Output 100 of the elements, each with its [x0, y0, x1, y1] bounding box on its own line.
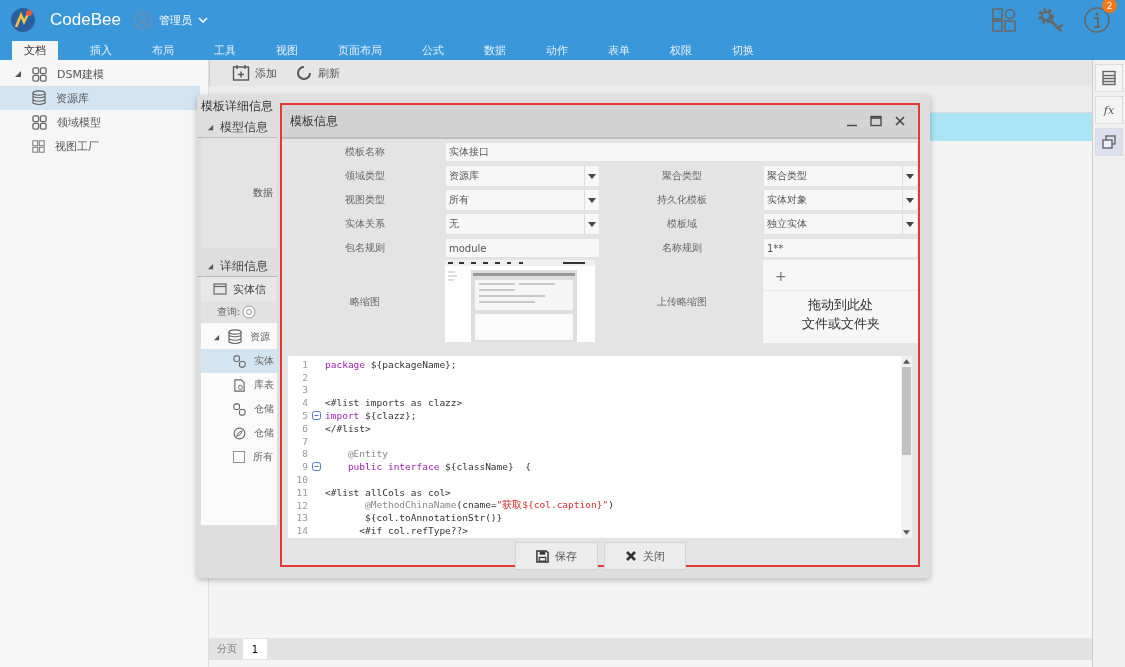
refresh-icon	[295, 64, 313, 82]
tree-item[interactable]: DSM建模	[0, 62, 200, 86]
field-label: 模板域	[665, 217, 698, 231]
caret-down-icon	[588, 173, 596, 179]
app-logo-icon	[10, 7, 36, 33]
line-number: 12	[295, 499, 308, 511]
windows-button[interactable]	[1095, 128, 1123, 156]
dropdown-field[interactable]: 资源库	[445, 165, 600, 187]
grid-icon	[32, 114, 47, 130]
field-label: 聚合类型	[660, 169, 703, 183]
formula-button[interactable]: fx	[1095, 96, 1123, 124]
line-number: 9	[301, 461, 308, 473]
upload-hint: 拖动到此处	[808, 296, 873, 314]
field-label: 视图类型	[343, 193, 386, 207]
ribbon-tab[interactable]: 文档	[12, 41, 58, 60]
dialog-title: 模板详细信息	[200, 98, 274, 115]
dropdown-field[interactable]: 独立实体	[763, 213, 918, 235]
maximize-icon[interactable]	[870, 115, 882, 127]
scroll-down-icon[interactable]	[903, 530, 910, 535]
dropdown-field[interactable]: 所有	[445, 189, 600, 211]
app-name: CodeBee	[50, 10, 121, 30]
field-label: 实体关系	[343, 217, 386, 231]
document-icon	[233, 378, 246, 392]
tree-item[interactable]: 视图工厂	[0, 134, 200, 158]
tree-item[interactable]: 领域模型	[0, 110, 200, 134]
expanded-triangle-icon[interactable]	[213, 333, 220, 341]
scroll-up-icon[interactable]	[903, 359, 910, 364]
expanded-triangle-icon	[207, 262, 214, 270]
tree-item[interactable]: 仓储	[201, 421, 277, 445]
entity-tab[interactable]: 实体信	[201, 277, 277, 301]
calendar-plus-icon	[232, 64, 250, 82]
line-number: 5	[301, 410, 308, 422]
fold-toggle-icon[interactable]	[312, 411, 321, 421]
search-icon[interactable]	[242, 305, 257, 319]
page-number[interactable]: 1	[243, 639, 267, 659]
line-number: 6	[301, 422, 308, 434]
code-line: </#list>	[325, 422, 371, 434]
pager-label: 分页	[217, 642, 237, 656]
window-icon	[213, 283, 227, 295]
input-field[interactable]: 实体接口	[445, 142, 918, 162]
expanded-triangle-icon[interactable]	[14, 70, 22, 78]
code-line: @MethodChinaName(cname="获取${col.caption}")	[364, 498, 614, 512]
caret-down-icon	[906, 173, 914, 179]
line-number: 4	[301, 397, 308, 409]
close-button[interactable]: 关闭	[603, 542, 686, 570]
notification-badge: 2	[1102, 0, 1117, 13]
tree-item[interactable]: 仓储	[201, 397, 277, 421]
scrollbar[interactable]	[901, 356, 912, 538]
save-button[interactable]: 保存	[514, 542, 598, 570]
add-button[interactable]: 添加	[232, 64, 277, 82]
code-line: package ${packageName};	[325, 358, 457, 370]
dropdown-field[interactable]: 聚合类型	[763, 165, 918, 187]
tree-item[interactable]: 库表	[201, 373, 277, 397]
line-number: 13	[295, 512, 308, 524]
checkbox-icon[interactable]	[233, 451, 245, 463]
line-number: 8	[301, 448, 308, 460]
dialog-title: 模板信息	[290, 112, 338, 130]
line-number: 3	[301, 384, 308, 396]
add-file-button[interactable]: +	[763, 260, 787, 290]
refresh-button[interactable]: 刷新	[295, 64, 340, 82]
close-icon	[624, 550, 637, 562]
upload-drop-zone[interactable]: + 拖动到此处 文件或文件夹	[763, 260, 918, 343]
field-label: 包名规则	[343, 241, 386, 255]
table-view-button[interactable]	[1095, 64, 1123, 92]
user-avatar-icon	[132, 10, 153, 30]
code-line: public interface ${className} {	[346, 461, 531, 473]
compass-icon	[233, 426, 246, 440]
field-label: 上传略缩图	[655, 294, 708, 309]
query-label: 查询:	[217, 305, 241, 319]
code-line: @Entity	[346, 448, 388, 460]
dropdown-field[interactable]: 实体对象	[763, 189, 918, 211]
tree-item[interactable]: 资源	[201, 325, 277, 349]
windows-icon	[1101, 134, 1117, 150]
field-label: 名称规则	[660, 241, 703, 255]
field-label: 数据	[253, 186, 273, 200]
tree-item[interactable]: 实体	[201, 349, 277, 373]
code-line: import ${clazz};	[325, 410, 417, 422]
chevron-down-icon	[197, 17, 208, 23]
caret-down-icon	[588, 221, 596, 227]
input-field[interactable]: module	[445, 238, 600, 258]
tree-item[interactable]: 所有	[201, 445, 277, 469]
close-icon[interactable]	[894, 115, 906, 127]
code-line: <#list allCols as col>	[325, 486, 451, 498]
grid-icon	[32, 139, 45, 153]
caret-down-icon	[906, 197, 914, 203]
tree-item[interactable]: 资源库	[0, 86, 200, 110]
linked-squares-icon	[233, 354, 246, 368]
database-icon	[228, 329, 242, 345]
linked-squares-icon	[233, 402, 246, 416]
line-number: 1	[301, 358, 308, 370]
dropdown-field[interactable]: 无	[445, 213, 600, 235]
fold-toggle-icon[interactable]	[312, 462, 321, 472]
database-icon	[32, 90, 46, 106]
upload-hint: 文件或文件夹	[801, 315, 880, 333]
input-field[interactable]: 1**	[763, 238, 918, 258]
line-number: 7	[301, 435, 308, 447]
field-label: 模板名称	[343, 145, 386, 159]
caret-down-icon	[588, 197, 596, 203]
line-number: 11	[295, 486, 308, 498]
field-label: 领域类型	[343, 169, 386, 183]
